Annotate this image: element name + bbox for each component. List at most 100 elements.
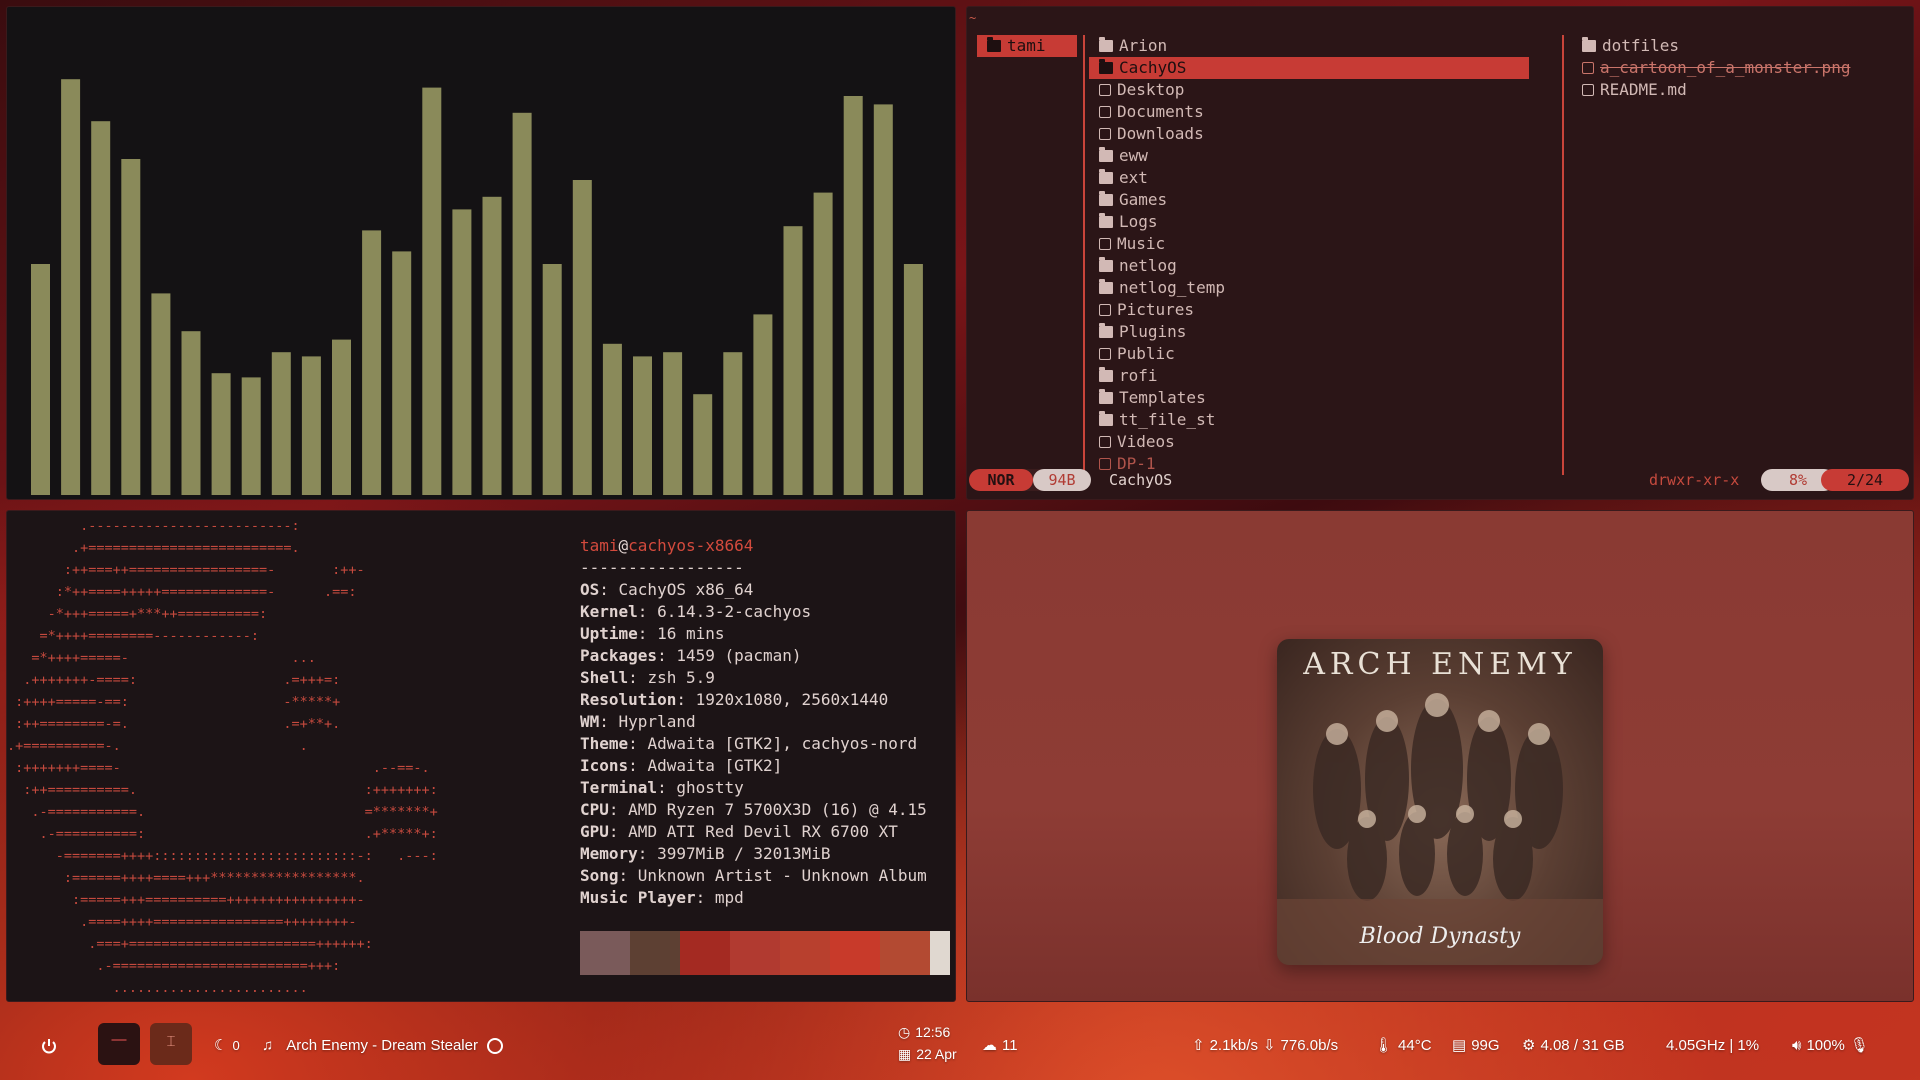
file-manager-pane[interactable]: ~ tami Arion CachyOS Desktop Documents Downl…	[966, 6, 1914, 500]
folder-icon	[1582, 37, 1596, 52]
album-title: Blood Dynasty	[1359, 924, 1521, 949]
file-entry[interactable]: a_cartoon_of_a_monster.png	[1572, 57, 1907, 79]
file-entry[interactable]: ext	[1089, 167, 1529, 189]
file-name: tt_file_st	[1119, 410, 1216, 429]
preview-column[interactable]: dotfiles a_cartoon_of_a_monster.png README…	[1572, 35, 1907, 101]
file-name: Templates	[1119, 388, 1206, 407]
memory-widget[interactable]: ⚙ 4.08 / 31 GB	[1522, 1034, 1625, 1058]
color-swatch	[630, 931, 680, 975]
file-entry[interactable]: tami	[977, 35, 1077, 57]
file-entry[interactable]: Music	[1089, 233, 1529, 255]
file-entry[interactable]: netlog	[1089, 255, 1529, 277]
weather-widget[interactable]: ☁ 11	[982, 1034, 1018, 1058]
file-entry[interactable]: Videos	[1089, 431, 1529, 453]
file-entry[interactable]: Arion	[1089, 35, 1529, 57]
info-key: Memory	[580, 844, 638, 863]
file-entry[interactable]: dotfiles	[1572, 35, 1907, 57]
date-text: 22 Apr	[916, 1046, 957, 1062]
file-entry[interactable]: netlog_temp	[1089, 277, 1529, 299]
headphones-icon	[1099, 238, 1111, 250]
neofetch-terminal-pane[interactable]: .-------------------------: .+==========…	[6, 510, 956, 1002]
info-value: mpd	[714, 888, 744, 907]
file-name: rofi	[1119, 366, 1158, 385]
network-widget[interactable]: ⇧ 2.1kb/s ⇩ 776.0b/s	[1192, 1034, 1338, 1058]
folder-icon	[987, 37, 1001, 52]
workspace-1-icon: —	[111, 1031, 127, 1048]
file-name: Documents	[1117, 102, 1204, 121]
file-name: eww	[1119, 146, 1148, 165]
info-field: Music Player: mpd	[580, 887, 927, 909]
info-field: Memory: 3997MiB / 32013MiB	[580, 843, 927, 865]
column-divider	[1562, 35, 1564, 475]
file-name: Arion	[1119, 36, 1168, 55]
now-playing-song: Arch Enemy - Dream Stealer	[286, 1037, 478, 1054]
file-entry[interactable]: CachyOS	[1089, 57, 1529, 79]
info-key: OS	[580, 580, 600, 599]
power-button[interactable]	[40, 1034, 58, 1058]
temperature-widget[interactable]: 🌡︎ 44°C	[1374, 1034, 1432, 1058]
clock-date[interactable]: ▦ 22 Apr	[898, 1042, 957, 1066]
info-colon: :	[628, 668, 648, 687]
info-colon: :	[657, 778, 677, 797]
info-colon: :	[599, 712, 619, 731]
visualizer-bar	[91, 121, 111, 495]
info-key: Resolution	[580, 690, 677, 709]
workspace-2[interactable]: ⌶	[150, 1023, 192, 1065]
album-cover: ARCH ENEMY Blood Dynasty	[1277, 639, 1603, 965]
file-entry[interactable]: Games	[1089, 189, 1529, 211]
notification-indicator[interactable]: ☾ 0	[214, 1034, 240, 1058]
workspace-1[interactable]: —	[98, 1023, 140, 1065]
info-value: 6.14.3-2-cachyos	[657, 602, 812, 621]
file-entry[interactable]: Plugins	[1089, 321, 1529, 343]
file-entry[interactable]: rofi	[1089, 365, 1529, 387]
music-widget[interactable]: ♫ Arch Enemy - Dream Stealer	[262, 1034, 503, 1058]
color-swatch	[680, 931, 730, 975]
file-name: ext	[1119, 168, 1148, 187]
clock-time[interactable]: ◷ 12:56	[898, 1020, 950, 1044]
file-entry[interactable]: Templates	[1089, 387, 1529, 409]
info-field: Packages: 1459 (pacman)	[580, 645, 927, 667]
album-art-pane: ARCH ENEMY Blood Dynasty	[966, 510, 1914, 1002]
info-value: zsh 5.9	[647, 668, 715, 687]
download-icon	[1099, 128, 1111, 140]
download-icon: ⇩	[1262, 1037, 1276, 1054]
visualizer-bar	[783, 226, 803, 495]
folder-icon	[1099, 257, 1113, 272]
file-name: Public	[1117, 344, 1175, 363]
file-entry[interactable]: Logs	[1089, 211, 1529, 233]
time-text: 12:56	[915, 1024, 951, 1040]
visualizer-bar	[663, 352, 683, 495]
visualizer-bar	[151, 293, 171, 495]
visualizer-bar	[241, 377, 261, 495]
file-entry[interactable]: Public	[1089, 343, 1529, 365]
volume-widget[interactable]: 🔊︎ 100% 🎙︎	[1792, 1034, 1869, 1058]
cpu-widget[interactable]: 4.05GHz | 1%	[1666, 1034, 1759, 1058]
color-swatch	[830, 931, 880, 975]
info-key: Terminal	[580, 778, 658, 797]
visualizer-bar	[271, 352, 291, 495]
file-entry[interactable]: Documents	[1089, 101, 1529, 123]
file-name: README.md	[1600, 80, 1687, 99]
disk-widget[interactable]: ▤ 99G	[1452, 1034, 1500, 1058]
cpu-temp: 44°C	[1398, 1037, 1432, 1054]
current-column[interactable]: Arion CachyOS Desktop Documents Downloads eww…	[1089, 35, 1529, 475]
file-entry[interactable]: Desktop	[1089, 79, 1529, 101]
file-entry[interactable]: Pictures	[1089, 299, 1529, 321]
visualizer-bar	[903, 264, 923, 495]
info-field: Icons: Adwaita [GTK2]	[580, 755, 927, 777]
file-entry[interactable]: Downloads	[1089, 123, 1529, 145]
file-name: Logs	[1119, 212, 1158, 231]
info-colon: :	[608, 822, 629, 841]
file-entry[interactable]: tt_file_st	[1089, 409, 1529, 431]
info-value: ghostty	[676, 778, 744, 797]
folder-icon	[1099, 323, 1113, 338]
info-value: AMD Ryzen 7 5700X3D (16) @ 4.15	[628, 800, 927, 819]
file-entry[interactable]: eww	[1089, 145, 1529, 167]
folder-icon	[1099, 37, 1113, 52]
parent-column[interactable]: tami	[977, 35, 1077, 57]
file-entry[interactable]: README.md	[1572, 79, 1907, 101]
visualizer-bar	[633, 356, 652, 495]
upload-speed: 2.1kb/s	[1209, 1037, 1258, 1054]
visualizer-bar	[843, 96, 863, 495]
info-colon: :	[608, 800, 629, 819]
